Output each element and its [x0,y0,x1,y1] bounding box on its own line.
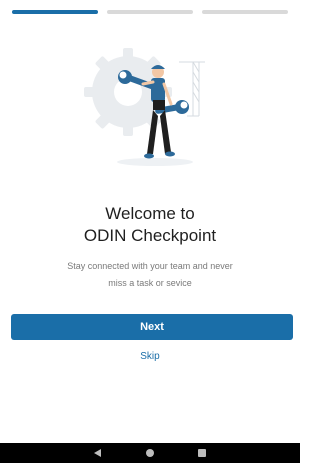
system-navigation-bar [0,443,300,463]
skip-link[interactable]: Skip [0,351,300,362]
welcome-subtitle-line1: Stay connected with your team and never [67,261,233,271]
onboarding-progress [12,10,288,14]
progress-step-3 [202,10,288,14]
next-button[interactable]: Next [11,314,293,340]
next-button-label: Next [140,321,164,333]
progress-step-2 [107,10,193,14]
back-icon[interactable] [91,446,105,460]
recents-icon[interactable] [195,446,209,460]
progress-step-1 [12,10,98,14]
welcome-subtitle: Stay connected with your team and never … [0,258,300,292]
home-icon[interactable] [143,446,157,460]
welcome-title-line1: Welcome to [105,204,195,223]
welcome-title-line2: ODIN Checkpoint [83,226,217,245]
worker-with-wrench-illustration [83,44,223,174]
welcome-title: Welcome to ODIN Checkpoint [0,203,300,247]
welcome-subtitle-line2: miss a task or sevice [108,278,192,288]
